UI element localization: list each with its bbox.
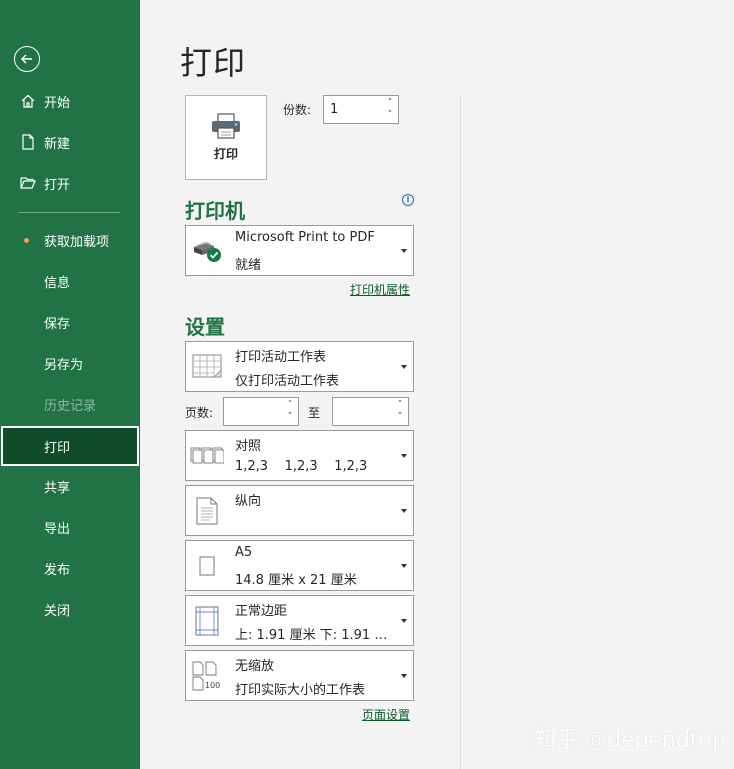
copies-stepper[interactable]: ˄ ˅ [384,97,396,122]
chevron-down-icon [401,673,407,678]
pages-from-input[interactable]: ˄ ˅ [223,397,299,426]
sidebar-item-export[interactable]: 导出 [0,509,140,545]
sidebar-item-label: 打印 [44,440,71,456]
sidebar-item-history: 历史记录 [0,386,140,422]
pages-to-input[interactable]: ˄ ˅ [332,397,409,426]
collation-dropdown[interactable]: 对照 1,2,3 1,2,3 1,2,3 [185,430,414,481]
orientation-dropdown[interactable]: 纵向 [185,485,414,536]
sidebar-item-save-as[interactable]: 另存为 [0,345,140,381]
printer-icon [212,113,240,139]
chevron-down-icon [401,248,407,253]
sidebar-item-print[interactable]: 打印 [1,426,139,466]
pages-from-stepper[interactable]: ˄ ˅ [284,399,296,424]
print-panel: 打印 打印 份数: 1 ˄ ˅ 打印机 i Microsoft Print to… [140,0,734,769]
pages-to-stepper[interactable]: ˄ ˅ [394,399,406,424]
print-scope-desc: 仅打印活动工作表 [235,374,340,389]
chevron-up-icon[interactable]: ˄ [394,399,406,411]
chevron-up-icon[interactable]: ˄ [284,399,296,411]
back-button[interactable] [14,46,40,72]
sidebar-item-share[interactable]: 共享 [0,468,140,504]
svg-text:100: 100 [205,681,220,690]
print-button-label: 打印 [213,147,238,161]
chevron-down-icon [401,618,407,623]
sidebar-item-close[interactable]: 关闭 [0,591,140,627]
printer-section-title: 打印机 [185,199,245,223]
paper-size-dropdown[interactable]: A5 14.8 厘米 x 21 厘米 [185,540,414,591]
margins-dropdown[interactable]: 正常边距 上: 1.91 厘米 下: 1.91 厘米 左: 1.78 厘米 [185,595,414,646]
chevron-up-icon[interactable]: ˄ [384,97,396,109]
sidebar-item-label: 历史记录 [44,398,97,414]
paper-size-title: A5 [235,545,253,560]
sidebar-item-label: 发布 [44,562,71,578]
sidebar-item-label: 共享 [44,480,71,496]
pages-to-label: 至 [308,406,321,420]
preview-divider [460,96,461,769]
sheet-icon [190,354,224,380]
sidebar-item-label: 保存 [44,316,71,332]
sidebar-item-publish[interactable]: 发布 [0,550,140,586]
print-button[interactable]: 打印 [185,95,267,180]
settings-section-title: 设置 [185,315,225,339]
copies-label: 份数: [283,103,312,117]
arrow-left-icon [20,54,32,64]
open-folder-icon [18,176,38,190]
printer-name: Microsoft Print to PDF [235,230,375,245]
orientation-title: 纵向 [235,494,262,509]
sidebar-item-new[interactable]: 新建 [0,124,140,160]
portrait-page-icon [190,497,224,525]
printer-ready-icon [190,239,224,263]
page-title: 打印 [180,44,247,82]
printer-status: 就绪 [235,258,262,273]
home-icon [18,93,38,109]
scaling-desc: 打印实际大小的工作表 [235,683,366,698]
page-setup-link[interactable]: 页面设置 [362,706,410,723]
scaling-icon: 100 [190,661,224,691]
sidebar-item-label: 开始 [44,95,71,111]
scaling-title: 无缩放 [235,659,275,674]
collation-title: 对照 [235,439,262,454]
sidebar-divider [18,212,120,213]
chevron-down-icon[interactable]: ˅ [384,109,396,121]
chevron-down-icon [401,364,407,369]
sidebar-item-info[interactable]: 信息 [0,263,140,299]
sidebar-item-label: 关闭 [44,603,71,619]
sidebar-item-label: 信息 [44,275,71,291]
copies-input[interactable]: 1 ˄ ˅ [323,95,399,124]
pages-label: 页数: [185,406,214,420]
chevron-down-icon [401,563,407,568]
paper-size-desc: 14.8 厘米 x 21 厘米 [235,573,357,588]
sidebar-item-get-addins[interactable]: 获取加载项 [0,222,140,258]
margins-icon [190,606,224,636]
sidebar-item-save[interactable]: 保存 [0,304,140,340]
watermark: 知乎 @dependtop [534,728,726,753]
collation-desc: 1,2,3 1,2,3 1,2,3 [235,459,368,474]
printer-properties-link[interactable]: 打印机属性 [350,281,410,298]
chevron-down-icon [401,453,407,458]
margins-title: 正常边距 [235,604,288,619]
scaling-dropdown[interactable]: 100 无缩放 打印实际大小的工作表 [185,650,414,701]
sidebar-item-label: 另存为 [44,357,84,373]
info-icon[interactable]: i [402,194,414,206]
chevron-down-icon[interactable]: ˅ [284,411,296,423]
sidebar-item-home[interactable]: 开始 [0,83,140,119]
backstage-sidebar: 开始 新建 打开 获取加载项 信息 保存 另存为 历史记录 打印 共享 导出 发… [0,0,140,769]
new-document-icon [18,134,38,150]
margins-desc: 上: 1.91 厘米 下: 1.91 厘米 左: 1.78 厘米 [235,628,395,643]
print-scope-title: 打印活动工作表 [235,350,327,365]
sidebar-item-label: 获取加载项 [44,234,110,250]
printer-dropdown[interactable]: Microsoft Print to PDF 就绪 [185,225,414,276]
print-scope-dropdown[interactable]: 打印活动工作表 仅打印活动工作表 [185,341,414,392]
collated-pages-icon [190,444,224,468]
sidebar-item-open[interactable]: 打开 [0,165,140,201]
sidebar-item-label: 打开 [44,177,71,193]
paper-size-icon [190,556,224,576]
sidebar-item-label: 新建 [44,136,71,152]
copies-value: 1 [330,102,339,117]
chevron-down-icon[interactable]: ˅ [394,411,406,423]
sidebar-item-label: 导出 [44,521,71,537]
chevron-down-icon [401,508,407,513]
